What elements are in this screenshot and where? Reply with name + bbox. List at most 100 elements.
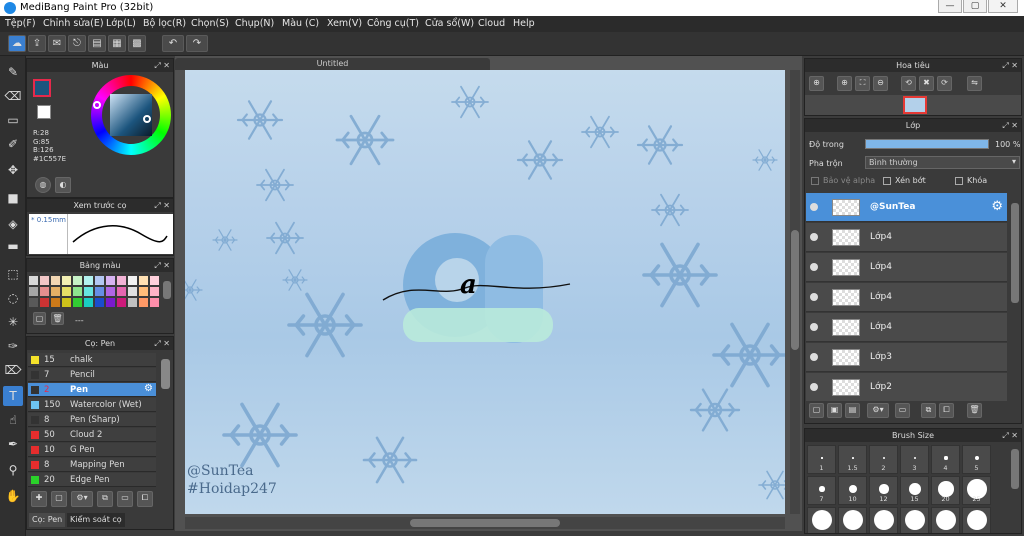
- flip-horizontal-icon[interactable]: ⇋: [967, 76, 982, 91]
- palette-swatch[interactable]: [117, 298, 126, 307]
- layer-visibility-icon[interactable]: [810, 293, 818, 301]
- grid-icon[interactable]: ▦: [108, 35, 126, 52]
- panel-controls-icon[interactable]: ⤢ ✕: [1002, 429, 1018, 442]
- brush-size-cell[interactable]: 4: [931, 445, 960, 474]
- maximize-button[interactable]: ▢: [963, 0, 987, 13]
- tiles-icon[interactable]: ▩: [128, 35, 146, 52]
- brush-copy-icon[interactable]: ⧉: [97, 491, 113, 507]
- color-picker-handle[interactable]: [143, 115, 151, 123]
- tab-brush-control[interactable]: Kiểm soát cọ: [67, 513, 125, 527]
- color-mode-icon[interactable]: ◍: [35, 177, 51, 193]
- menu-tools[interactable]: Công cụ(T): [367, 18, 419, 29]
- lock-checkbox[interactable]: [955, 177, 963, 185]
- palette-swatch[interactable]: [73, 276, 82, 285]
- gear-icon[interactable]: ⚙: [991, 199, 1003, 214]
- brush-size-scrollbar[interactable]: [1011, 449, 1019, 489]
- document-tab[interactable]: Untitled: [175, 58, 490, 70]
- eyedropper-icon[interactable]: ✒: [3, 434, 23, 454]
- brush-item[interactable]: 2 Pen ⚙: [28, 383, 156, 397]
- comment-icon[interactable]: ✉: [48, 35, 66, 52]
- horizontal-scroll-thumb[interactable]: [410, 519, 560, 527]
- menu-select[interactable]: Chọn(S): [191, 18, 229, 29]
- menu-view[interactable]: Xem(V): [327, 18, 362, 29]
- correction-pen-icon[interactable]: ✐: [3, 134, 23, 154]
- panel-controls-icon[interactable]: ⤢ ✕: [1002, 119, 1018, 132]
- layer-row[interactable]: Lớp3: [806, 343, 1007, 372]
- canvas-vertical-scrollbar[interactable]: [790, 70, 800, 514]
- redo-button[interactable]: ↷: [186, 35, 208, 52]
- palette-scrollbar[interactable]: [163, 281, 171, 299]
- palette-swatch[interactable]: [62, 298, 71, 307]
- brush-size-cell[interactable]: [900, 507, 929, 533]
- palette-swatch[interactable]: [95, 276, 104, 285]
- blend-mode-select[interactable]: Bình thường ▾: [865, 156, 1020, 169]
- palette-swatch[interactable]: [40, 287, 49, 296]
- layer-row[interactable]: Lớp4: [806, 253, 1007, 282]
- brush-item[interactable]: 8 Mapping Pen: [28, 458, 156, 472]
- palette-swatch[interactable]: [128, 276, 137, 285]
- new-halftone-layer-icon[interactable]: ▣: [827, 403, 842, 418]
- fit-screen-icon[interactable]: ⛶: [855, 76, 870, 91]
- rotate-right-icon[interactable]: ⟳: [937, 76, 952, 91]
- share-icon[interactable]: ⎋: [68, 35, 86, 52]
- palette-swatch[interactable]: [95, 287, 104, 296]
- hue-handle[interactable]: [93, 101, 101, 109]
- rotate-left-icon[interactable]: ⟲: [901, 76, 916, 91]
- palette-swatch[interactable]: [51, 276, 60, 285]
- layer-visibility-icon[interactable]: [810, 203, 818, 211]
- brush-size-cell[interactable]: 15: [900, 476, 929, 505]
- select-rect-icon[interactable]: ⬚: [3, 264, 23, 284]
- zoom-in-small-icon[interactable]: ⊕: [837, 76, 852, 91]
- layer-visibility-icon[interactable]: [810, 233, 818, 241]
- palette-swatch[interactable]: [95, 298, 104, 307]
- reset-rotation-icon[interactable]: ✖: [919, 76, 934, 91]
- undo-button[interactable]: ↶: [162, 35, 184, 52]
- palette-swatch[interactable]: [29, 276, 38, 285]
- brush-item[interactable]: 150 Watercolor (Wet): [28, 398, 156, 412]
- tab-brush[interactable]: Cọ: Pen: [29, 513, 66, 527]
- cloud-icon[interactable]: ☁: [8, 35, 26, 52]
- brush-size-cell[interactable]: 10: [838, 476, 867, 505]
- opacity-slider[interactable]: [865, 139, 989, 149]
- clipping-checkbox[interactable]: [883, 177, 891, 185]
- magic-wand-icon[interactable]: ✳: [3, 312, 23, 332]
- add-brush-icon[interactable]: ✚: [31, 491, 47, 507]
- brush-duplicate-icon[interactable]: ⧠: [137, 491, 153, 507]
- new-palette-icon[interactable]: ▢: [33, 312, 46, 325]
- menu-cloud[interactable]: Cloud: [478, 18, 505, 29]
- palette-swatch[interactable]: [29, 298, 38, 307]
- menu-layer[interactable]: Lớp(L): [106, 18, 136, 29]
- palette-swatch[interactable]: [40, 298, 49, 307]
- layer-visibility-icon[interactable]: [810, 323, 818, 331]
- brush-size-cell[interactable]: 1.5: [838, 445, 867, 474]
- select-eraser-icon[interactable]: ⌦: [3, 360, 23, 380]
- menu-file[interactable]: Tệp(F): [5, 18, 36, 29]
- brush-tool-icon[interactable]: ✎: [3, 62, 23, 82]
- palette-swatch[interactable]: [62, 276, 71, 285]
- palette-swatch[interactable]: [139, 287, 148, 296]
- layer-row[interactable]: Lớp4: [806, 223, 1007, 252]
- brush-item[interactable]: 8 Pen (Sharp): [28, 413, 156, 427]
- layer-row[interactable]: Lớp2: [806, 373, 1007, 401]
- canvas-horizontal-scrollbar[interactable]: [185, 517, 785, 529]
- brush-size-cell[interactable]: [869, 507, 898, 533]
- palette-swatch[interactable]: [106, 287, 115, 296]
- layer-row[interactable]: Lớp4: [806, 313, 1007, 342]
- brush-item[interactable]: 15 chalk: [28, 353, 156, 367]
- brush-size-cell[interactable]: 2: [869, 445, 898, 474]
- layer-folder-icon[interactable]: ▭: [895, 403, 910, 418]
- palette-swatch[interactable]: [84, 298, 93, 307]
- layer-visibility-icon[interactable]: [810, 383, 818, 391]
- gear-icon[interactable]: ⚙: [144, 383, 153, 394]
- export-icon[interactable]: ⇪: [28, 35, 46, 52]
- brush-settings-icon[interactable]: ⚙▾: [71, 491, 93, 507]
- protect-alpha-checkbox[interactable]: [811, 177, 819, 185]
- menu-filter[interactable]: Bộ lọc(R): [143, 18, 186, 29]
- text-tool-icon[interactable]: T: [3, 386, 23, 406]
- menu-edit[interactable]: Chỉnh sửa(E): [43, 18, 104, 29]
- palette-swatch[interactable]: [150, 298, 159, 307]
- panel-controls-icon[interactable]: ⤢ ✕: [154, 337, 170, 350]
- minimize-button[interactable]: —: [938, 0, 962, 13]
- hand-tool-icon[interactable]: ✋: [3, 486, 23, 506]
- menu-window[interactable]: Cửa sổ(W): [425, 18, 474, 29]
